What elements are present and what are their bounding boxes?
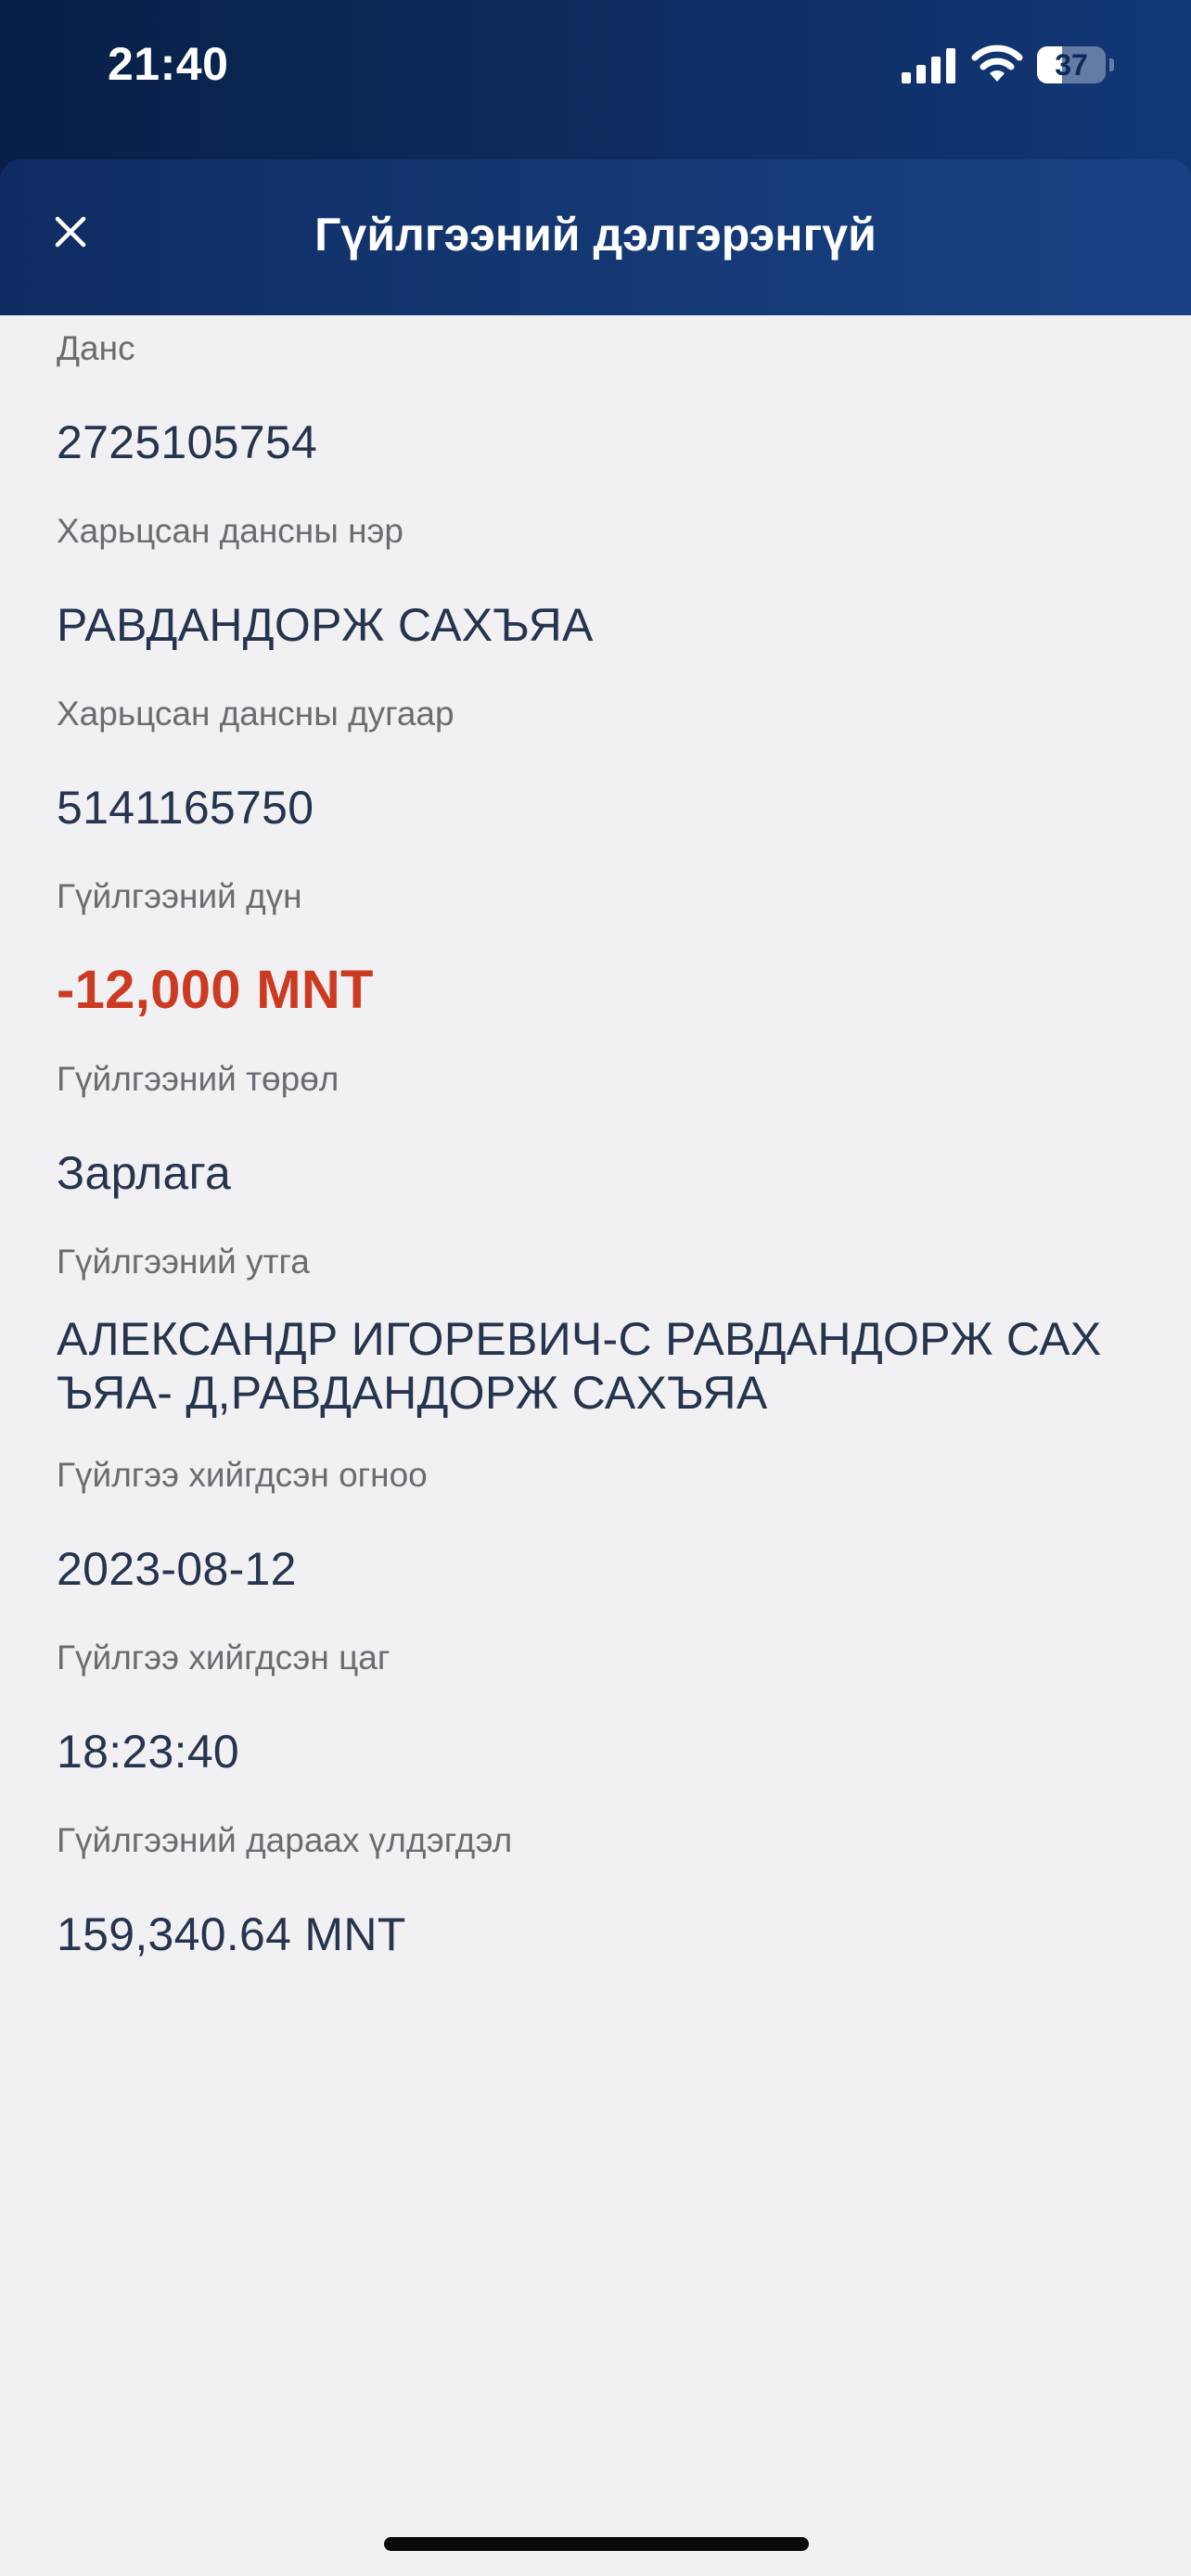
time-value: 18:23:40 — [57, 1726, 240, 1778]
transaction-type-label: Гүйлгээний төрөл — [57, 1060, 339, 1098]
date-value: 2023-08-12 — [57, 1543, 297, 1595]
counterparty-account-value: 5141165750 — [57, 782, 314, 834]
modal-header: Гүйлгээний дэлгэрэнгүй — [0, 159, 1191, 315]
date-label: Гүйлгээ хийгдсэн огноо — [57, 1456, 428, 1494]
time-label: Гүйлгээ хийгдсэн цаг — [57, 1639, 391, 1677]
home-indicator — [384, 2537, 809, 2551]
description-label: Гүйлгээний утга — [57, 1243, 310, 1281]
counterparty-name-value: РАВДАНДОРЖ САХЪЯА — [57, 599, 594, 651]
amount-label: Гүйлгээний дүн — [57, 877, 302, 915]
battery-body: 37 — [1037, 46, 1106, 83]
description-value: АЛЕКСАНДР ИГОРЕВИЧ-С РАВДАНДОРЖ САХ ЪЯА-… — [57, 1313, 1102, 1419]
wifi-icon — [971, 45, 1023, 82]
counterparty-account-label: Харьцсан дансны дугаар — [57, 695, 455, 733]
balance-after-value: 159,340.64 MNT — [57, 1908, 406, 1960]
account-label: Данс — [57, 329, 135, 367]
status-time: 21:40 — [108, 38, 229, 90]
balance-after-label: Гүйлгээний дараах үлдэгдэл — [57, 1821, 513, 1859]
counterparty-name-label: Харьцсан дансны нэр — [57, 512, 403, 550]
page-title: Гүйлгээний дэлгэрэнгүй — [314, 209, 877, 261]
battery-icon: 37 — [1037, 46, 1115, 83]
account-value: 2725105754 — [57, 416, 318, 468]
transaction-type-value: Зарлага — [57, 1147, 232, 1199]
cellular-signal-icon — [902, 48, 955, 83]
battery-cap — [1109, 58, 1114, 71]
battery-level: 37 — [1055, 48, 1088, 82]
status-bar: 21:40 37 — [0, 0, 1191, 139]
amount-value: -12,000 MNT — [57, 960, 374, 1020]
